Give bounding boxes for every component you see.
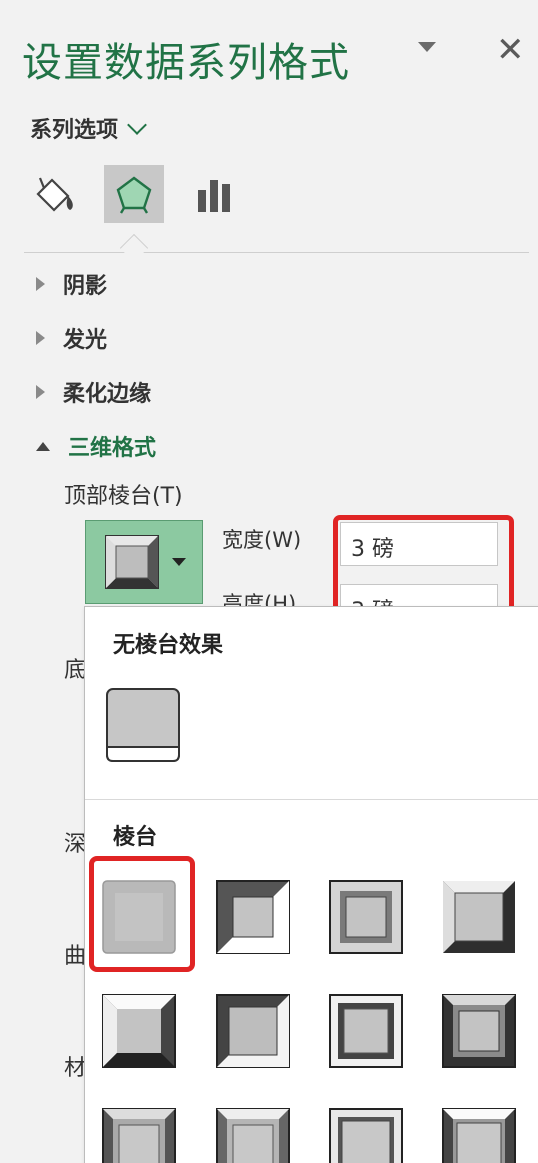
bevel-heading: 棱台 — [113, 825, 158, 850]
top-bevel-picker[interactable] — [85, 520, 203, 604]
close-icon[interactable]: ✕ — [496, 30, 525, 70]
section-label: 阴影 — [63, 274, 108, 299]
bevel-angle-tile[interactable] — [101, 993, 177, 1069]
section-glow[interactable]: 发光 — [36, 322, 107, 354]
section-label: 柔化边缘 — [63, 382, 152, 407]
pentagon-icon — [116, 176, 152, 214]
section-label: 三维格式 — [68, 436, 157, 461]
bevel-slope-tile[interactable] — [441, 993, 517, 1069]
paint-bucket-icon — [36, 177, 73, 212]
bottom-bevel-label: 底 — [64, 658, 87, 683]
bevel-convex-tile[interactable] — [328, 993, 404, 1069]
series-options-label: 系列选项 — [30, 118, 119, 143]
tab-separator — [24, 252, 529, 253]
bar-chart-icon — [198, 180, 230, 212]
width-input[interactable]: 3 磅 — [340, 522, 498, 566]
chevron-right-icon — [36, 385, 45, 399]
bevel-riblet-tile[interactable] — [215, 1107, 291, 1163]
section-label: 发光 — [63, 328, 108, 353]
bevel-soft-round-tile[interactable] — [215, 993, 291, 1069]
caret-down-icon — [172, 558, 186, 566]
bevel-art-deco-tile[interactable] — [441, 1107, 517, 1163]
chevron-down-icon — [36, 441, 50, 451]
section-3d-format[interactable]: 三维格式 — [36, 430, 156, 462]
chevron-right-icon — [36, 277, 45, 291]
bevel-none-tile[interactable] — [105, 687, 181, 763]
tab-effects[interactable] — [104, 165, 164, 223]
bevel-cross-tile[interactable] — [328, 879, 404, 955]
material-label: 材 — [64, 1056, 87, 1081]
pane-options-dropdown-icon[interactable] — [418, 42, 436, 52]
section-soft-edges[interactable]: 柔化边缘 — [36, 376, 151, 408]
tab-series-options[interactable] — [184, 165, 244, 223]
pane-title: 设置数据系列格式 — [22, 40, 350, 86]
bevel-circle-tile[interactable] — [101, 879, 177, 955]
tab-fill-line[interactable] — [24, 165, 84, 223]
chevron-down-icon — [127, 115, 147, 135]
bevel-gallery: 无棱台效果 棱台 — [84, 606, 538, 1163]
gallery-separator — [85, 799, 538, 800]
no-bevel-heading: 无棱台效果 — [113, 633, 224, 658]
bevel-cool-slant-tile[interactable] — [441, 879, 517, 955]
contour-label: 曲 — [64, 944, 87, 969]
bevel-relaxed-inset-tile[interactable] — [215, 879, 291, 955]
chevron-right-icon — [36, 331, 45, 345]
top-bevel-label: 顶部棱台(T) — [64, 484, 183, 509]
active-tab-pointer — [119, 233, 149, 263]
width-label: 宽度(W) — [222, 528, 302, 552]
bevel-divot-tile[interactable] — [101, 1107, 177, 1163]
series-options-dropdown[interactable]: 系列选项 — [30, 112, 147, 144]
depth-label: 深 — [64, 832, 87, 857]
section-shadow[interactable]: 阴影 — [36, 268, 107, 300]
bevel-preview-icon — [105, 535, 159, 589]
bevel-hard-edge-tile[interactable] — [328, 1107, 404, 1163]
